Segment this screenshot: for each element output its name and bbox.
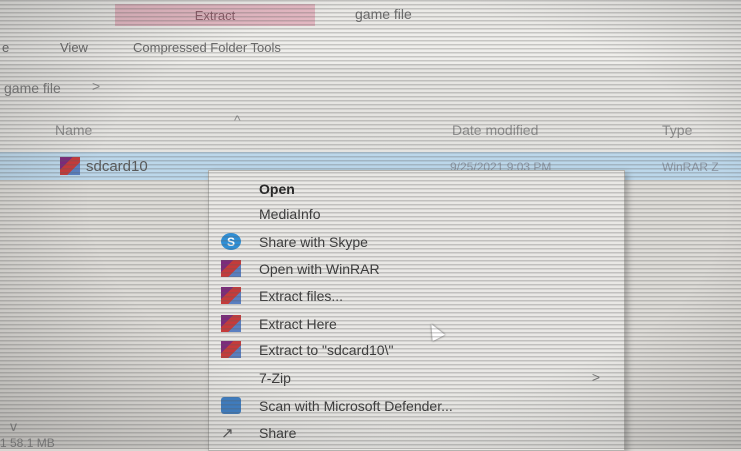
menu-item-share-with-skype[interactable]: S Share with Skype xyxy=(209,230,622,254)
menu-item-label: Open with WinRAR xyxy=(259,261,380,277)
file-name[interactable]: sdcard10 xyxy=(86,158,148,175)
share-icon: ↗ xyxy=(221,425,234,442)
column-header-row: Name ^ Date modified Type xyxy=(0,106,741,152)
sort-caret-icon: ^ xyxy=(234,112,241,128)
chevron-down-icon[interactable]: v xyxy=(10,418,17,434)
tab-home-partial[interactable]: e xyxy=(2,40,9,55)
column-name[interactable]: Name xyxy=(55,122,92,138)
menu-item-label: Open xyxy=(259,181,295,197)
column-type[interactable]: Type xyxy=(662,122,692,138)
menu-item-extract-to-folder[interactable]: Extract to "sdcard10\" xyxy=(209,338,622,362)
menu-item-label: Share with Skype xyxy=(259,234,368,250)
tab-view[interactable]: View xyxy=(60,40,88,55)
menu-item-scan-with-defender[interactable]: Scan with Microsoft Defender... xyxy=(209,394,622,418)
window-title: game file xyxy=(355,6,412,22)
file-type: WinRAR Z xyxy=(662,160,719,174)
menu-item-label: MediaInfo xyxy=(259,206,321,222)
address-bar[interactable]: game file > xyxy=(0,64,741,106)
column-date-modified[interactable]: Date modified xyxy=(452,122,538,138)
menu-item-open[interactable]: Open xyxy=(209,177,622,201)
tab-compressed-folder-tools[interactable]: Compressed Folder Tools xyxy=(133,40,281,55)
menu-item-label: Extract Here xyxy=(259,316,337,332)
breadcrumb-game-file[interactable]: game file xyxy=(4,80,61,96)
menu-item-open-with-winrar[interactable]: Open with WinRAR xyxy=(209,257,622,281)
ribbon-menu: e View Compressed Folder Tools xyxy=(0,30,741,64)
context-menu: Open MediaInfo S Share with Skype Open w… xyxy=(208,170,625,451)
menu-item-label: Extract to "sdcard10\" xyxy=(259,342,394,358)
tab-extract[interactable]: Extract xyxy=(115,4,315,26)
menu-item-mediainfo[interactable]: MediaInfo xyxy=(209,202,622,226)
menu-item-label: Share xyxy=(259,425,297,441)
breadcrumb-chevron-icon[interactable]: > xyxy=(92,78,100,94)
winrar-icon xyxy=(221,260,241,277)
winrar-icon xyxy=(221,341,241,358)
defender-icon xyxy=(221,397,241,414)
status-bar-text: 1 58.1 MB xyxy=(0,436,55,450)
winrar-icon xyxy=(221,315,241,332)
menu-item-label: Extract files... xyxy=(259,288,344,304)
chevron-right-icon: > xyxy=(591,369,600,385)
menu-item-extract-here[interactable]: Extract Here xyxy=(209,312,622,336)
menu-item-label: Scan with Microsoft Defender... xyxy=(259,398,453,414)
winrar-archive-icon xyxy=(60,157,80,175)
ribbon-tab-bar: Extract game file xyxy=(0,0,741,30)
winrar-icon xyxy=(221,287,241,304)
menu-item-label: 7-Zip xyxy=(259,370,291,386)
skype-icon: S xyxy=(221,233,241,250)
menu-item-share[interactable]: ↗ Share xyxy=(209,421,622,445)
menu-item-7zip[interactable]: 7-Zip > xyxy=(209,366,622,390)
menu-item-extract-files[interactable]: Extract files... xyxy=(209,284,622,308)
